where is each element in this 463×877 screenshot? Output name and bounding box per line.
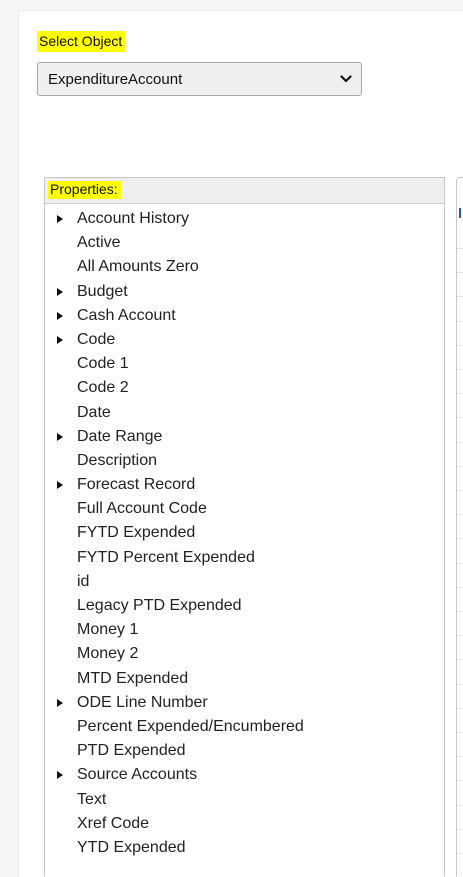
- properties-list: Account History Active All Amounts Zero Bud…: [45, 204, 444, 860]
- property-item-label: PTD Expended: [77, 742, 186, 760]
- properties-title: Properties:: [48, 181, 121, 199]
- property-item[interactable]: Full Account Code: [45, 497, 444, 521]
- right-panel-row-divider: [457, 635, 463, 637]
- right-panel-row-divider: [457, 490, 463, 491]
- property-item-label: Source Accounts: [77, 766, 198, 784]
- property-item-label: Budget: [77, 282, 128, 300]
- property-item[interactable]: Code 1: [45, 352, 444, 376]
- property-item-label: YTD Expended: [77, 838, 186, 856]
- expand-arrow-icon[interactable]: [57, 481, 63, 490]
- property-item-label: Money 2: [77, 645, 139, 663]
- chevron-down-icon: [340, 73, 352, 85]
- right-panel-row-divider: [457, 756, 463, 758]
- right-panel-row-divider: [457, 538, 463, 540]
- property-item[interactable]: Account History: [45, 207, 444, 231]
- property-item[interactable]: PTD Expended: [45, 739, 444, 763]
- expand-arrow-icon[interactable]: [57, 311, 63, 320]
- property-item-label: Description: [77, 451, 158, 469]
- right-panel-row-divider: [457, 393, 463, 395]
- property-item[interactable]: Money 1: [45, 618, 444, 642]
- right-panel-row-divider: [457, 707, 463, 709]
- property-item[interactable]: id: [45, 570, 444, 594]
- property-item-label: Legacy PTD Expended: [77, 597, 242, 614]
- property-item-label: Code: [77, 330, 116, 348]
- right-panel-row-divider: [457, 320, 463, 322]
- properties-panel-header: Properties:: [45, 178, 444, 204]
- property-item-label: Code 2: [77, 379, 129, 397]
- properties-panel: Properties: Account History Active All Amo…: [44, 177, 445, 876]
- property-item[interactable]: Text: [45, 788, 444, 812]
- property-item-label: Money 1: [77, 621, 139, 639]
- property-item-label: Xref Code: [77, 814, 150, 832]
- property-item-label: FYTD Expended: [77, 524, 196, 542]
- right-panel-row-divider: [457, 296, 463, 298]
- property-item[interactable]: FYTD Expended: [45, 521, 444, 545]
- select-object-label: Select Object: [37, 31, 126, 52]
- property-item[interactable]: Date: [45, 401, 444, 425]
- property-item-label: Forecast Record: [77, 476, 196, 494]
- right-panel-row-divider: [457, 441, 463, 443]
- property-item-label: Date: [77, 403, 111, 421]
- property-item-label: All Amounts Zero: [77, 258, 199, 276]
- right-panel-row-divider: [457, 732, 463, 733]
- property-item-label: ODE Line Number: [77, 693, 208, 711]
- property-item[interactable]: Source Accounts: [45, 763, 444, 787]
- expand-arrow-icon[interactable]: [57, 335, 63, 344]
- property-item-label: Cash Account: [77, 306, 176, 324]
- property-item-label: MTD Expended: [77, 669, 189, 687]
- property-item-label: Text: [77, 790, 107, 808]
- property-item[interactable]: Money 2: [45, 642, 444, 666]
- expand-arrow-icon[interactable]: [57, 432, 63, 441]
- property-item[interactable]: All Amounts Zero: [45, 255, 444, 279]
- property-item-label: Active: [77, 234, 121, 252]
- right-panel-row-divider: [457, 853, 463, 854]
- property-item[interactable]: Cash Account: [45, 304, 444, 328]
- property-item-label: Full Account Code: [77, 500, 207, 518]
- property-item[interactable]: Forecast Record: [45, 473, 444, 497]
- property-item-label: FYTD Percent Expended: [77, 548, 255, 566]
- right-panel-row-divider: [457, 828, 463, 830]
- property-item[interactable]: Budget: [45, 280, 444, 304]
- right-panel-row-divider: [457, 272, 463, 274]
- property-item-label: Account History: [77, 210, 190, 227]
- property-item[interactable]: Xref Code: [45, 812, 444, 836]
- property-item[interactable]: Code 2: [45, 376, 444, 400]
- expand-arrow-icon[interactable]: [57, 698, 63, 707]
- expand-arrow-icon[interactable]: [57, 771, 63, 780]
- right-panel-edge: [456, 177, 463, 876]
- property-item[interactable]: ODE Line Number: [45, 691, 444, 715]
- property-item[interactable]: Percent Expended/Encumbered: [45, 715, 444, 739]
- property-item[interactable]: YTD Expended: [45, 836, 444, 860]
- right-panel-row-divider: [457, 344, 463, 346]
- property-item-label: id: [77, 572, 90, 590]
- right-panel-row-divider: [457, 611, 463, 612]
- right-panel-row-divider: [457, 465, 463, 467]
- right-panel-marker: [459, 208, 461, 218]
- select-object-value: ExpenditureAccount: [48, 70, 183, 88]
- right-panel-row-divider: [457, 562, 463, 564]
- right-panel-row-divider: [457, 780, 463, 782]
- right-panel-row-divider: [457, 683, 463, 685]
- property-item[interactable]: Active: [45, 231, 444, 255]
- right-panel-row-divider: [457, 659, 463, 661]
- property-item[interactable]: FYTD Percent Expended: [45, 546, 444, 570]
- property-item[interactable]: Code: [45, 328, 444, 352]
- property-item[interactable]: Legacy PTD Expended: [45, 594, 444, 618]
- expand-arrow-icon[interactable]: [57, 215, 63, 223]
- expand-arrow-icon[interactable]: [57, 287, 63, 296]
- right-panel-row-divider: [457, 514, 463, 516]
- property-item-label: Percent Expended/Encumbered: [77, 717, 304, 735]
- right-panel-row-divider: [457, 248, 463, 249]
- property-item[interactable]: MTD Expended: [45, 667, 444, 691]
- right-panel-row-divider: [457, 586, 463, 588]
- right-panel-row-divider: [457, 417, 463, 419]
- select-object-dropdown[interactable]: ExpenditureAccount: [37, 62, 362, 96]
- right-panel-row-divider: [457, 369, 463, 370]
- right-panel-row-divider: [457, 804, 463, 806]
- property-item-label: Date Range: [77, 427, 163, 445]
- property-item[interactable]: Date Range: [45, 425, 444, 449]
- property-item-label: Code 1: [77, 355, 129, 373]
- property-item[interactable]: Description: [45, 449, 444, 473]
